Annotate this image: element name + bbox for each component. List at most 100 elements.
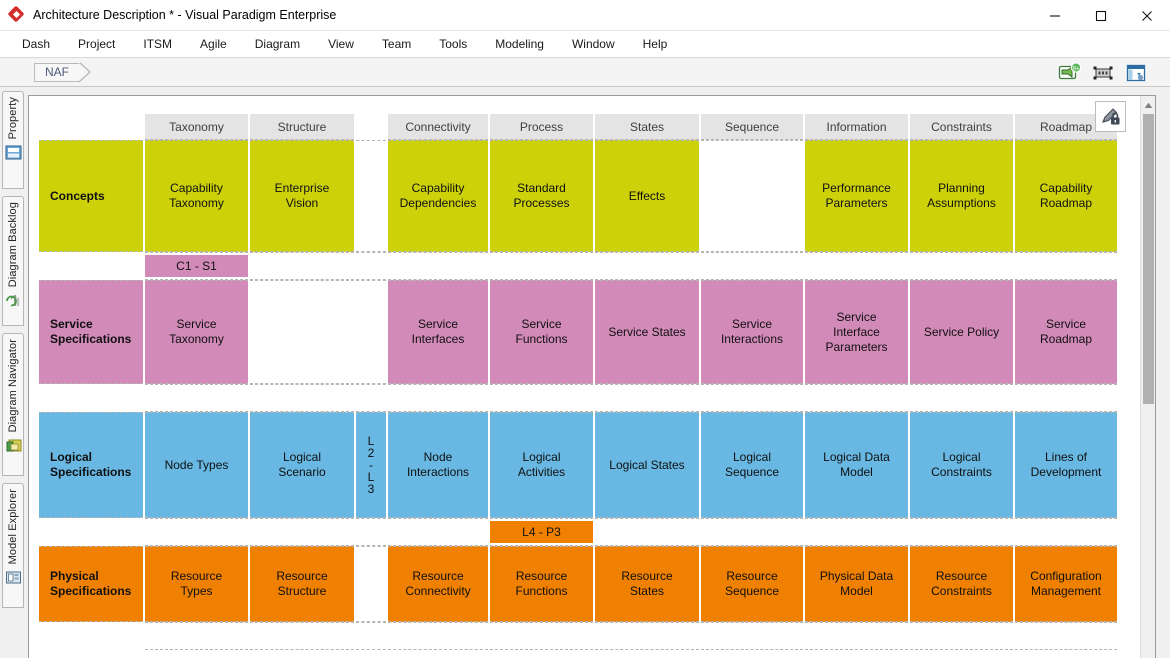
cell-service-interfaces[interactable]: Service Interfaces <box>388 280 488 384</box>
menu-item-help[interactable]: Help <box>629 33 682 55</box>
column-header-process: Process <box>490 114 593 140</box>
cell-logical-constraints[interactable]: Logical Constraints <box>910 412 1013 518</box>
menu-item-project[interactable]: Project <box>64 33 129 55</box>
cell-service-functions[interactable]: Service Functions <box>490 280 593 384</box>
cell-planning-assumptions[interactable]: Planning Assumptions <box>910 140 1013 252</box>
sidebar-item-model-explorer[interactable]: Model Explorer <box>2 483 24 608</box>
chip-l4-p3[interactable]: L4 - P3 <box>490 521 593 543</box>
announcement-icon[interactable]: 9+ <box>1058 61 1082 84</box>
cell-l-2-l-3[interactable]: L 2 - L 3 <box>356 412 386 518</box>
cell-resource-sequence[interactable]: Resource Sequence <box>701 546 803 622</box>
cell-lines-of-development[interactable]: Lines of Development <box>1015 412 1117 518</box>
cell-resource-functions[interactable]: Resource Functions <box>490 546 593 622</box>
tool-strip-icons: 9+ <box>1058 58 1148 87</box>
cell-logical-states[interactable]: Logical States <box>595 412 699 518</box>
cell-enterprise-vision[interactable]: Enterprise Vision <box>250 140 354 252</box>
row-gap-service-specifications-5 <box>490 384 593 412</box>
chip-c1-s1[interactable]: C1 - S1 <box>145 255 248 277</box>
row-gap-logical-specifications-3 <box>356 518 386 546</box>
menu-item-modeling[interactable]: Modeling <box>481 33 558 55</box>
breadcrumb[interactable]: NAF <box>34 62 91 82</box>
cell-empty-service-specifications-1 <box>250 280 354 384</box>
cell-service-interface-parameters[interactable]: Service Interface Parameters <box>805 280 908 384</box>
diagram-canvas[interactable]: Taxonomy Structure Connectivity Process Stat… <box>28 95 1156 658</box>
menu-item-dash[interactable]: Dash <box>8 33 64 55</box>
row-gap-service-specifications-1 <box>145 384 248 412</box>
cell-service-interactions[interactable]: Service Interactions <box>701 280 803 384</box>
row-header-concepts[interactable]: Concepts <box>39 140 143 252</box>
left-dock: Property Diagram Backlog Diagram Navigat… <box>0 87 26 658</box>
cell-standard-processes[interactable]: Standard Processes <box>490 140 593 252</box>
visual-paradigm-diamond-logo-icon <box>7 5 25 23</box>
menu-item-tools[interactable]: Tools <box>425 33 481 55</box>
close-icon[interactable] <box>1124 0 1170 31</box>
sidebar-item-property-label: Property <box>7 97 19 140</box>
cell-service-taxonomy[interactable]: Service Taxonomy <box>145 280 248 384</box>
cell-resource-connectivity[interactable]: Resource Connectivity <box>388 546 488 622</box>
fit-to-screen-icon[interactable] <box>1091 62 1115 84</box>
menu-item-window[interactable]: Window <box>558 33 629 55</box>
chip-slot-c1-s1: C1 - S1 <box>145 252 248 280</box>
cell-resource-structure[interactable]: Resource Structure <box>250 546 354 622</box>
cell-service-states[interactable]: Service States <box>595 280 699 384</box>
cell-logical-sequence[interactable]: Logical Sequence <box>701 412 803 518</box>
cell-resource-types[interactable]: Resource Types <box>145 546 248 622</box>
diagram-navigator-icon <box>5 437 22 454</box>
backlog-chart-icon <box>5 292 22 309</box>
row-header-physical-specifications[interactable]: Physical Specifications <box>39 546 143 622</box>
row-gap-concepts-5 <box>490 252 593 280</box>
menu-item-agile[interactable]: Agile <box>186 33 241 55</box>
cell-empty-service-specifications-2 <box>356 280 386 384</box>
vertical-scrollbar[interactable] <box>1140 96 1155 658</box>
row-gap-concepts-0 <box>39 252 143 280</box>
announcement-badge-text: 9+ <box>1072 65 1080 72</box>
cell-service-policy[interactable]: Service Policy <box>910 280 1013 384</box>
minimize-icon[interactable] <box>1032 0 1078 31</box>
menu-item-diagram[interactable]: Diagram <box>241 33 314 55</box>
cell-resource-constraints[interactable]: Resource Constraints <box>910 546 1013 622</box>
row-gap-physical-specifications-4 <box>388 622 488 650</box>
cell-configuration-management[interactable]: Configuration Management <box>1015 546 1117 622</box>
body-area: Property Diagram Backlog Diagram Navigat… <box>0 87 1170 658</box>
row-gap-service-specifications-6 <box>595 384 699 412</box>
sidebar-item-diagram-backlog[interactable]: Diagram Backlog <box>2 196 24 326</box>
row-gap-logical-specifications-0 <box>39 518 143 546</box>
column-header-blank <box>39 114 143 140</box>
cell-logical-scenario[interactable]: Logical Scenario <box>250 412 354 518</box>
tool-strip: NAF 9+ <box>0 58 1170 87</box>
sidebar-item-property[interactable]: Property <box>2 91 24 189</box>
edit-lock-icon[interactable] <box>1095 101 1126 132</box>
cell-performance-parameters[interactable]: Performance Parameters <box>805 140 908 252</box>
menu-item-view[interactable]: View <box>314 33 368 55</box>
cell-node-types[interactable]: Node Types <box>145 412 248 518</box>
row-gap-physical-specifications-8 <box>805 622 908 650</box>
scrollbar-thumb[interactable] <box>1142 114 1154 404</box>
cell-capability-taxonomy[interactable]: Capability Taxonomy <box>145 140 248 252</box>
breadcrumb-label[interactable]: NAF <box>34 62 80 82</box>
row-gap-logical-specifications-10 <box>1015 518 1117 546</box>
menu-item-itsm[interactable]: ITSM <box>129 33 186 55</box>
cell-service-roadmap[interactable]: Service Roadmap <box>1015 280 1117 384</box>
row-header-service-specifications[interactable]: Service Specifications <box>39 280 143 384</box>
row-gap-concepts-10 <box>1015 252 1117 280</box>
cell-logical-data-model[interactable]: Logical Data Model <box>805 412 908 518</box>
menu-item-team[interactable]: Team <box>368 33 425 55</box>
sidebar-item-diagram-navigator[interactable]: Diagram Navigator <box>2 333 24 476</box>
cell-effects[interactable]: Effects <box>595 140 699 252</box>
scrollbar-up-arrow[interactable] <box>1142 98 1155 112</box>
row-gap-service-specifications-10 <box>1015 384 1117 412</box>
window-title: Architecture Description * - Visual Para… <box>33 8 337 22</box>
cell-logical-activities[interactable]: Logical Activities <box>490 412 593 518</box>
row-gap-service-specifications-2 <box>250 384 354 412</box>
column-header-information: Information <box>805 114 908 140</box>
cell-node-interactions[interactable]: Node Interactions <box>388 412 488 518</box>
cell-capability-dependencies[interactable]: Capability Dependencies <box>388 140 488 252</box>
cell-resource-states[interactable]: Resource States <box>595 546 699 622</box>
cell-physical-data-model[interactable]: Physical Data Model <box>805 546 908 622</box>
row-gap-logical-specifications-7 <box>701 518 803 546</box>
cell-capability-roadmap[interactable]: Capability Roadmap <box>1015 140 1117 252</box>
row-header-logical-specifications[interactable]: Logical Specifications <box>39 412 143 518</box>
panel-layout-icon[interactable] <box>1124 62 1148 84</box>
column-header-connectivity: Connectivity <box>388 114 488 140</box>
maximize-icon[interactable] <box>1078 0 1124 31</box>
